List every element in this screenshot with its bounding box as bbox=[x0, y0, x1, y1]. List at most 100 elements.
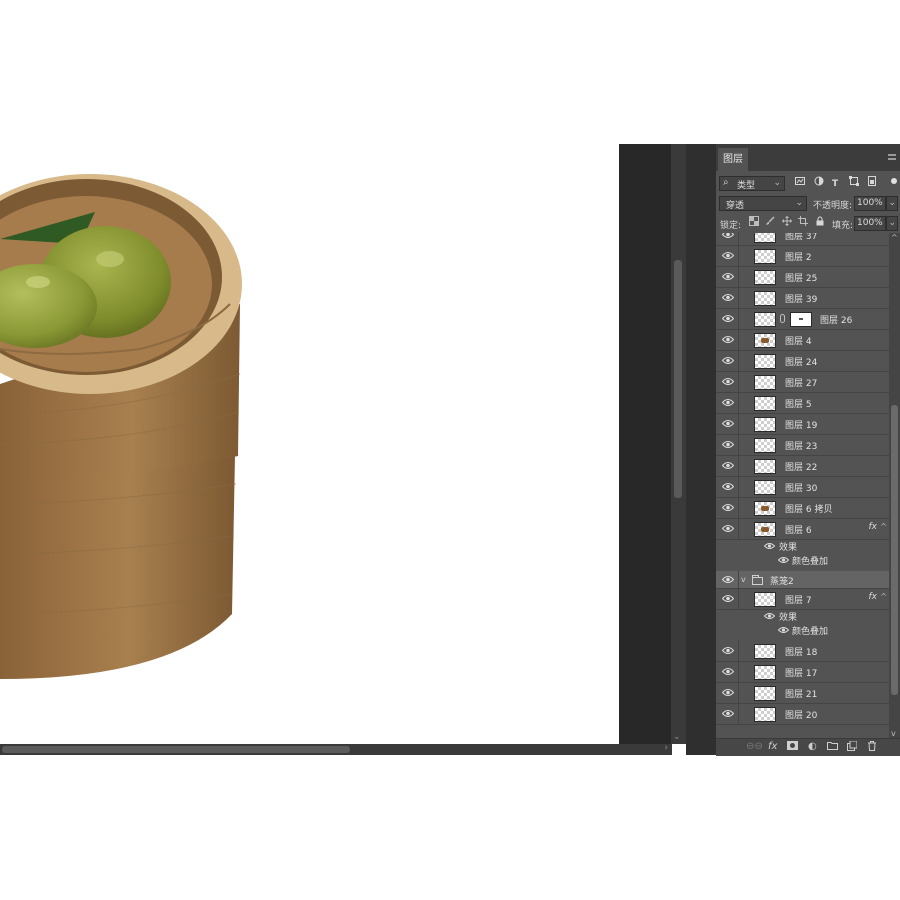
tab-layers[interactable]: 图层 bbox=[718, 148, 748, 171]
visibility-eye-icon[interactable] bbox=[721, 688, 735, 697]
eye-column-divider bbox=[738, 233, 739, 246]
canvas-vertical-scrollbar[interactable]: ⌄ bbox=[671, 144, 686, 744]
visibility-eye-icon[interactable] bbox=[721, 575, 735, 584]
layer-row[interactable]: 图层 19 bbox=[716, 414, 889, 435]
effects-eye-icon[interactable] bbox=[763, 612, 776, 620]
filter-type-icon[interactable]: T bbox=[832, 176, 838, 192]
scroll-down-arrow-icon[interactable]: v bbox=[891, 729, 896, 738]
link-icon[interactable]: ⊖⊖ bbox=[746, 741, 763, 753]
panel-menu-icon[interactable] bbox=[888, 154, 896, 160]
fill-dropdown-button[interactable]: ⌄ bbox=[886, 216, 898, 231]
layer-row[interactable]: 图层 17 bbox=[716, 662, 889, 683]
effects-row[interactable]: 效果 bbox=[716, 609, 889, 623]
fill-input[interactable]: 100% bbox=[854, 216, 886, 231]
lock-transparent-icon[interactable] bbox=[749, 216, 759, 226]
mask-link-icon[interactable] bbox=[780, 314, 785, 323]
effects-collapse-chevron-icon[interactable]: ^ bbox=[880, 592, 887, 601]
adjustment-icon[interactable]: ◐ bbox=[808, 741, 817, 753]
layer-effects-fx-icon[interactable]: fx bbox=[869, 522, 878, 532]
visibility-eye-icon[interactable] bbox=[721, 377, 735, 386]
opacity-dropdown-button[interactable]: ⌄ bbox=[886, 196, 898, 211]
visibility-eye-icon[interactable] bbox=[721, 398, 735, 407]
layer-row[interactable]: 图层 6 拷贝 bbox=[716, 498, 889, 519]
visibility-eye-icon[interactable] bbox=[721, 461, 735, 470]
visibility-eye-icon[interactable] bbox=[721, 335, 735, 344]
layer-row[interactable]: 图层 6 fx ^ bbox=[716, 519, 889, 540]
document-canvas[interactable] bbox=[0, 144, 619, 744]
layer-name: 图层 7 bbox=[785, 596, 812, 606]
effect-item-row[interactable]: 颜色叠加 bbox=[716, 553, 889, 567]
layer-row[interactable]: 图层 24 bbox=[716, 351, 889, 372]
visibility-eye-icon[interactable] bbox=[721, 709, 735, 718]
effect-eye-icon[interactable] bbox=[777, 556, 790, 564]
folder-icon[interactable] bbox=[827, 741, 838, 754]
filter-smart-object-icon[interactable] bbox=[867, 176, 877, 186]
layer-row[interactable]: 图层 4 bbox=[716, 330, 889, 351]
layer-filter-dropdown[interactable]: ⌕ 类型 ⌄ bbox=[719, 176, 785, 191]
layers-scroll-thumb[interactable] bbox=[891, 405, 898, 695]
effect-eye-icon[interactable] bbox=[777, 626, 790, 634]
layer-row[interactable]: 图层 23 bbox=[716, 435, 889, 456]
mask-icon[interactable] bbox=[787, 741, 798, 754]
visibility-eye-icon[interactable] bbox=[721, 419, 735, 428]
vertical-scroll-thumb[interactable] bbox=[674, 260, 682, 498]
layer-mask-thumbnail[interactable] bbox=[790, 312, 812, 327]
layer-row[interactable]: 图层 39 bbox=[716, 288, 889, 309]
layer-name: 图层 20 bbox=[785, 711, 818, 721]
canvas-horizontal-scrollbar[interactable]: › bbox=[0, 743, 672, 755]
visibility-eye-icon[interactable] bbox=[721, 272, 735, 281]
effects-eye-icon[interactable] bbox=[763, 542, 776, 550]
layer-row[interactable]: 图层 22 bbox=[716, 456, 889, 477]
effects-collapse-chevron-icon[interactable]: ^ bbox=[880, 522, 887, 531]
layer-effects-fx-icon[interactable]: fx bbox=[869, 592, 878, 602]
visibility-eye-icon[interactable] bbox=[721, 646, 735, 655]
lock-move-icon[interactable] bbox=[782, 216, 792, 226]
horizontal-scroll-thumb[interactable] bbox=[2, 746, 350, 753]
effects-row[interactable]: 效果 bbox=[716, 539, 889, 553]
layers-list[interactable]: 图层 37 图层 2 图层 25 图层 39 图层 26 图层 4 图层 24 图层 27 图层… bbox=[716, 233, 889, 738]
group-expand-chevron-icon[interactable]: v bbox=[741, 575, 746, 584]
fx-icon[interactable]: fx bbox=[768, 741, 777, 753]
opacity-input[interactable]: 100% bbox=[854, 196, 886, 211]
scroll-right-arrow-icon[interactable]: › bbox=[664, 743, 668, 753]
layer-name: 图层 26 bbox=[820, 316, 853, 326]
layer-group-row[interactable]: v 蒸笼2 bbox=[716, 571, 889, 592]
layer-row[interactable]: 图层 18 bbox=[716, 641, 889, 662]
visibility-eye-icon[interactable] bbox=[721, 594, 735, 603]
filter-pixel-icon[interactable] bbox=[795, 176, 805, 186]
layer-row[interactable]: 图层 26 bbox=[716, 309, 889, 330]
layer-row[interactable]: 图层 20 bbox=[716, 704, 889, 725]
layer-row[interactable]: 图层 25 bbox=[716, 267, 889, 288]
filter-shape-icon[interactable] bbox=[849, 176, 859, 186]
layer-row[interactable]: 图层 21 bbox=[716, 683, 889, 704]
new-layer-icon[interactable] bbox=[847, 740, 858, 755]
layers-scrollbar[interactable]: ^ v bbox=[889, 233, 900, 738]
lock-artboard-icon[interactable] bbox=[798, 216, 808, 226]
layer-row[interactable]: 图层 7 fx ^ bbox=[716, 589, 889, 610]
layer-row[interactable]: 图层 2 bbox=[716, 246, 889, 267]
filter-adjustment-icon[interactable] bbox=[814, 176, 824, 186]
layer-row[interactable]: 图层 30 bbox=[716, 477, 889, 498]
layer-row[interactable]: 图层 5 bbox=[716, 393, 889, 414]
visibility-eye-icon[interactable] bbox=[721, 293, 735, 302]
visibility-eye-icon[interactable] bbox=[721, 667, 735, 676]
lock-all-icon[interactable] bbox=[815, 216, 825, 226]
steamer-lower-tier bbox=[0, 454, 235, 679]
visibility-eye-icon[interactable] bbox=[721, 356, 735, 365]
visibility-eye-icon[interactable] bbox=[721, 503, 735, 512]
visibility-eye-icon[interactable] bbox=[721, 482, 735, 491]
visibility-eye-icon[interactable] bbox=[721, 524, 735, 533]
lock-brush-icon[interactable] bbox=[765, 216, 775, 226]
visibility-eye-icon[interactable] bbox=[721, 440, 735, 449]
filter-toggle-icon[interactable] bbox=[891, 178, 897, 184]
visibility-eye-icon[interactable] bbox=[721, 233, 735, 239]
scroll-up-arrow-icon[interactable]: ^ bbox=[891, 233, 898, 242]
trash-icon[interactable] bbox=[867, 741, 877, 755]
visibility-eye-icon[interactable] bbox=[721, 314, 735, 323]
scroll-down-arrow-icon[interactable]: ⌄ bbox=[673, 732, 681, 742]
layer-row[interactable]: 图层 27 bbox=[716, 372, 889, 393]
visibility-eye-icon[interactable] bbox=[721, 251, 735, 260]
blend-mode-dropdown[interactable]: 穿透 ⌄ bbox=[719, 196, 807, 211]
layer-row[interactable]: 图层 37 bbox=[716, 233, 889, 246]
effect-item-row[interactable]: 颜色叠加 bbox=[716, 623, 889, 637]
